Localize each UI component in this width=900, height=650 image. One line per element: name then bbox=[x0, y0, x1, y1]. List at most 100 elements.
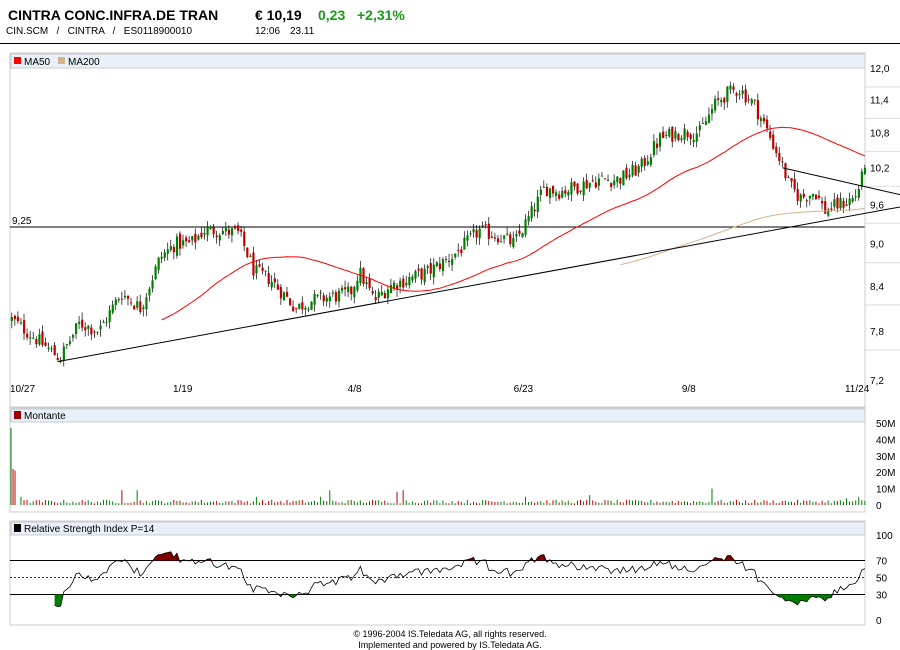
candle-body bbox=[448, 260, 451, 263]
candle-body bbox=[726, 86, 729, 102]
candle-body bbox=[197, 235, 200, 240]
candle-body bbox=[194, 233, 197, 243]
candle-body bbox=[276, 284, 279, 290]
candle-body bbox=[16, 316, 20, 322]
price-axis-tick-label: 9,0 bbox=[870, 240, 884, 251]
candle-body bbox=[292, 306, 295, 312]
candle-body bbox=[29, 337, 32, 339]
candle-body bbox=[47, 347, 50, 349]
volume-axis-tick-label: 30M bbox=[876, 452, 895, 463]
candle-body bbox=[496, 238, 500, 243]
candle-body bbox=[62, 346, 65, 361]
candle-body bbox=[148, 288, 151, 296]
candle-body bbox=[796, 189, 799, 201]
candle-body bbox=[527, 216, 530, 222]
candle-body bbox=[628, 174, 631, 178]
candle-body bbox=[331, 292, 335, 294]
candle-body bbox=[347, 286, 350, 293]
candle-body bbox=[603, 178, 607, 180]
candle-body bbox=[102, 321, 105, 323]
candle-body bbox=[13, 315, 17, 320]
candle-body bbox=[851, 198, 854, 202]
candle-body bbox=[649, 157, 653, 165]
candle-body bbox=[833, 199, 836, 207]
date-axis-tick-label: 9/8 bbox=[682, 384, 696, 395]
price-axis-tick-label: 12,0 bbox=[870, 64, 890, 75]
date-axis-tick-label: 11/24 bbox=[845, 384, 870, 395]
candle-body bbox=[759, 117, 763, 122]
candle-body bbox=[117, 299, 121, 301]
candle-body bbox=[325, 297, 328, 302]
candle-body bbox=[753, 99, 756, 101]
candle-body bbox=[432, 264, 435, 278]
candle-body bbox=[555, 192, 558, 196]
candle-body bbox=[178, 233, 182, 249]
candle-body bbox=[206, 227, 209, 236]
candle-body bbox=[588, 182, 591, 188]
ma200-legend-label: MA200 bbox=[68, 57, 100, 68]
candle-body bbox=[481, 225, 484, 227]
volume-title: Montante bbox=[24, 411, 66, 422]
stock-chart: MA50 MA200 12,0 11,4 10,8 10,2 9,6 9,0 8,4 7,8 7… bbox=[9, 52, 900, 627]
candle-body bbox=[747, 99, 750, 101]
candle-body bbox=[701, 123, 705, 125]
candle-body bbox=[594, 182, 597, 188]
candle-body bbox=[258, 264, 261, 267]
candle-body bbox=[136, 301, 139, 308]
candle-body bbox=[426, 266, 429, 268]
candle-body bbox=[640, 158, 643, 167]
candle-body bbox=[151, 280, 154, 289]
candle-body bbox=[215, 235, 218, 238]
candle-body bbox=[188, 240, 191, 243]
ma50-legend-label: MA50 bbox=[24, 57, 51, 68]
candle-body bbox=[600, 175, 604, 177]
candle-body bbox=[769, 131, 772, 138]
candle-body bbox=[503, 235, 506, 239]
candle-body bbox=[298, 303, 301, 309]
price-axis-tick-label: 8,4 bbox=[870, 282, 884, 293]
volume-axis-tick-label: 50M bbox=[876, 419, 895, 430]
candle-body bbox=[353, 286, 356, 298]
candle-body bbox=[714, 98, 717, 111]
candle-body bbox=[515, 233, 518, 237]
candle-body bbox=[139, 301, 142, 313]
candle-body bbox=[120, 298, 124, 300]
candle-body bbox=[732, 86, 735, 90]
candle-body bbox=[692, 139, 695, 143]
candle-body bbox=[707, 114, 711, 123]
candle-body bbox=[683, 128, 686, 140]
candle-body bbox=[65, 343, 69, 346]
candle-body bbox=[114, 299, 117, 305]
price-axis-tick-label: 9,6 bbox=[870, 200, 884, 211]
candle-body bbox=[380, 292, 383, 296]
candle-body bbox=[267, 273, 270, 285]
candle-body bbox=[637, 165, 640, 173]
candle-body bbox=[539, 189, 542, 195]
candle-body bbox=[295, 308, 298, 310]
candle-body bbox=[417, 268, 420, 271]
candle-body bbox=[784, 163, 787, 179]
candle-body bbox=[386, 289, 390, 299]
candle-body bbox=[218, 235, 221, 241]
date-axis-tick-label: 4/8 bbox=[348, 384, 362, 395]
candle-body bbox=[429, 263, 432, 274]
candle-body bbox=[720, 100, 723, 103]
candle-body bbox=[775, 146, 778, 154]
candle-body bbox=[655, 143, 659, 148]
volume-panel: Montante 50M 40M 30M 20M 10M 0 bbox=[9, 407, 895, 513]
candle-body bbox=[533, 209, 536, 212]
candle-body bbox=[26, 333, 29, 338]
candle-body bbox=[374, 296, 377, 301]
candle-body bbox=[512, 238, 515, 247]
candle-body bbox=[408, 277, 411, 286]
volume-title-strip bbox=[10, 408, 866, 423]
candle-body bbox=[487, 223, 490, 239]
candle-body bbox=[817, 195, 821, 198]
candle-body bbox=[130, 302, 133, 304]
candle-body bbox=[570, 182, 573, 195]
candle-body bbox=[441, 259, 445, 272]
volume-legend-swatch bbox=[14, 411, 21, 419]
candle-body bbox=[662, 131, 665, 139]
candle-body bbox=[377, 291, 380, 298]
candle-body bbox=[212, 227, 215, 235]
